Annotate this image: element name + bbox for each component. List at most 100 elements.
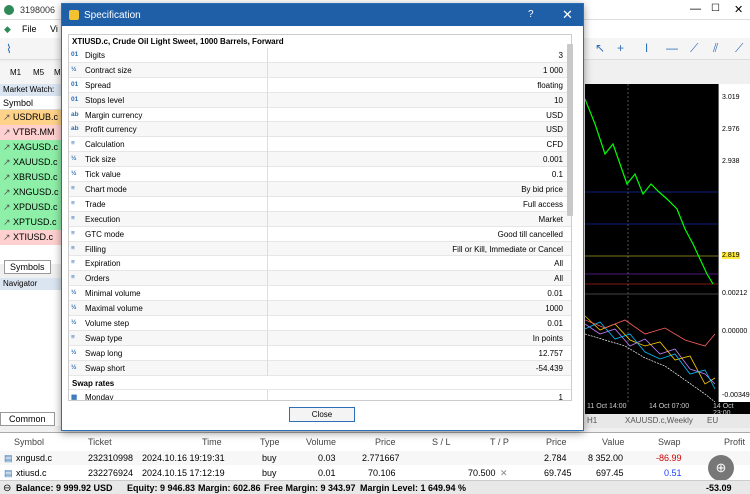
timeframe-m1[interactable]: M1 [10,68,21,77]
chart-tab[interactable]: H1 [587,416,597,425]
symbol-name: XAGUSD.c [13,142,59,152]
spec-value: floating [537,80,563,90]
spec-value: Good till cancelled [497,229,563,239]
trend-arrow-icon: ↗ [3,217,14,227]
spec-value: All [554,259,563,269]
spec-key: Calculation [85,140,125,150]
col-header[interactable]: Symbol [14,437,44,447]
crosshair-icon[interactable]: + [617,41,624,55]
zoom-icon[interactable]: ⊕ [708,455,734,481]
price-chart[interactable] [584,84,718,414]
trend-arrow-icon: ↗ [3,202,14,212]
column-divider [267,152,268,168]
symbol-row[interactable]: ↗ XPDUSD.c [0,200,61,215]
spec-key: Swap type [85,333,123,343]
chart-type-icon[interactable]: ⌇ [6,42,12,56]
symbol-row[interactable]: ↗ XBRUSD.c [0,170,61,185]
symbol-row[interactable]: ↗ XTIUSD.c [0,230,61,245]
margin-level-text: Margin Level: 1 649.94 % [360,483,467,493]
col-header[interactable]: Price [546,437,567,447]
col-header[interactable]: Volume [306,437,336,447]
menu-view[interactable]: Vi [50,24,58,34]
symbol-name: XBRUSD.c [13,172,58,182]
trend-arrow-icon: ↗ [3,142,14,152]
horizontal-line-icon[interactable]: — [666,41,678,55]
swap-rates-section: Swap rates [69,376,571,391]
spec-row: ab Margin currency USD [69,107,571,123]
col-header[interactable]: Ticket [88,437,112,447]
channel-icon[interactable]: ⫽ [713,41,718,56]
window-title: 3198006 [20,5,56,15]
spec-value: 1000 [545,304,563,314]
table-row[interactable]: ▤ xngusd.c 232310998 2024.10.16 19:19:31… [0,451,750,465]
symbol-row[interactable]: ↗ XNGUSD.c [0,185,61,200]
column-divider [267,226,268,242]
timeframe-m5[interactable]: M5 [33,68,44,77]
chart-tab[interactable]: XAUUSD.c,Weekly [625,416,693,425]
spec-key: Digits [85,51,106,60]
cursor-icon[interactable]: ↖ [595,41,605,55]
symbol-row[interactable]: ↗ VTBR.MM [0,125,61,140]
dialog-close-icon[interactable]: ✕ [562,7,573,23]
field-type-icon: ≡ [71,214,75,222]
spec-row: ½ Maximal volume 1000 [69,301,571,317]
calendar-icon: ▦ [71,394,78,401]
vertical-line-icon[interactable]: ǀ [645,41,648,55]
chart-tabs: H1 XAUUSD.c,Weekly EU [585,414,750,428]
remove-tp-icon[interactable]: ✕ [500,468,508,479]
col-header[interactable]: T / P [490,437,509,447]
specification-dialog: Specification ? ✕ XTIUSD.c, Crude Oil Li… [61,3,584,431]
column-divider [267,271,268,287]
app-logo-icon [4,5,14,15]
spec-key: Trade [85,199,106,209]
spec-value: All [554,274,563,284]
app-menu-icon[interactable]: ◆ [4,24,11,35]
col-header[interactable]: Value [602,437,624,447]
close-window-icon[interactable]: ✕ [734,3,743,16]
symbol-row[interactable]: ↗ XAGUSD.c [0,140,61,155]
trend-arrow-icon: ↗ [3,232,14,242]
row-ticket: 232276924 [88,468,134,478]
symbol-column-header[interactable]: Symbol [0,96,61,110]
spec-value: Fill or Kill, Immediate or Cancel [452,244,563,254]
col-header[interactable]: Price [375,437,396,447]
collapse-icon[interactable]: ⊖ [3,483,11,494]
col-header[interactable]: Type [260,437,280,447]
symbol-row[interactable]: ↗ XAUUSD.c [0,155,61,170]
field-type-icon: 01 [71,80,79,88]
table-row[interactable]: ▤ xtiusd.c 232276924 2024.10.15 17:12:19… [0,466,750,480]
symbol-row[interactable]: ↗ XPTUSD.c [0,215,61,230]
tab-symbols[interactable]: Symbols [4,260,51,274]
row-value: 8 352.00 [588,453,624,463]
dialog-scrollbar[interactable] [567,44,573,216]
field-type-icon: ½ [71,319,77,327]
symbol-row[interactable]: ↗ USDRUB.c [0,110,61,125]
maximize-icon[interactable]: ☐ [711,3,720,14]
col-header[interactable]: Profit [724,437,745,447]
symbol-name: XPTUSD.c [13,217,57,227]
chart-tab[interactable]: EU [707,416,718,425]
col-header[interactable]: Swap [658,437,681,447]
timeframe-m15[interactable]: M [54,68,61,77]
col-header[interactable]: Time [202,437,222,447]
scale-label: 3.019 [722,94,740,101]
menu-file[interactable]: File [22,24,37,34]
timeframe-bar: M1 M5 M [0,62,61,84]
spec-value: 1 000 [542,65,563,75]
col-header[interactable]: S / L [432,437,451,447]
minimize-icon[interactable]: — [690,3,701,15]
close-button[interactable]: Close [289,407,355,422]
symbol-name: XAUUSD.c [13,157,58,167]
row-ticket: 232310998 [88,453,134,463]
spec-value: USD [546,110,563,120]
trendline-icon[interactable]: ⟋ [690,41,698,56]
spec-key: Spread [85,80,111,90]
field-type-icon: ½ [71,304,77,312]
help-icon[interactable]: ? [528,9,534,20]
tab-common[interactable]: Common [0,412,55,426]
spec-key: Tick size [85,155,116,165]
symbol-name: USDRUB.c [13,112,59,122]
specification-table: XTIUSD.c, Crude Oil Light Sweet, 1000 Ba… [68,34,572,401]
row-volume: 0.03 [318,453,336,463]
fibonacci-icon[interactable]: ⟋ [735,41,743,56]
